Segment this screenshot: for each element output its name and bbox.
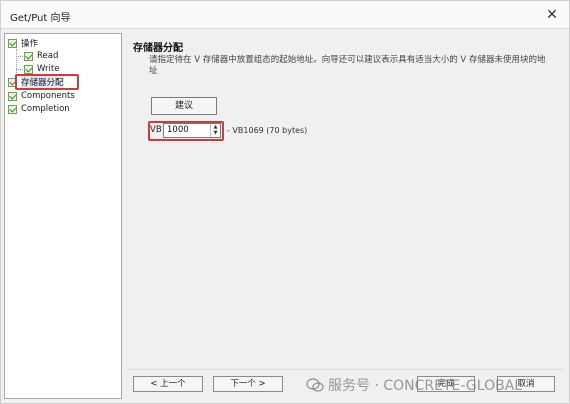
- nav-item-label: Components: [21, 91, 75, 101]
- check-icon: [24, 51, 33, 61]
- check-icon: [8, 38, 17, 48]
- window-title: Get/Put 向导: [10, 13, 71, 24]
- address-range-text: - VB1069 (70 bytes): [227, 126, 308, 135]
- check-icon: [8, 104, 17, 114]
- previous-button[interactable]: < 上一个: [133, 376, 203, 392]
- nav-item-operations[interactable]: 操作: [8, 37, 38, 49]
- close-button[interactable]: ✕: [543, 6, 561, 24]
- highlight-box: [148, 121, 224, 141]
- highlight-box: [15, 74, 79, 90]
- wechat-icon: [306, 378, 324, 392]
- nav-item-read[interactable]: Read: [24, 50, 58, 62]
- next-button[interactable]: 下一个 >: [213, 376, 283, 392]
- nav-item-label: Write: [37, 64, 60, 74]
- nav-item-completion[interactable]: Completion: [8, 103, 70, 115]
- page-title: 存储器分配: [133, 43, 183, 54]
- page-description: 请指定待在 V 存储器中放置组态的起始地址。向导还可以建议表示具有适当大小的 V…: [149, 55, 546, 76]
- watermark: 服务号 · CONCRETE-GLOBAL: [306, 375, 522, 395]
- nav-item-components[interactable]: Components: [8, 90, 75, 102]
- nav-item-label: Read: [37, 51, 59, 61]
- tree-connector: [16, 56, 23, 57]
- wizard-nav-tree: 操作 Read Write 存储器分配 Components Completio…: [4, 33, 122, 399]
- wizard-page: 存储器分配 请指定待在 V 存储器中放置组态的起始地址。向导还可以建议表示具有适…: [127, 33, 563, 399]
- tree-connector: [16, 69, 23, 70]
- nav-item-label: 操作: [21, 39, 39, 49]
- title-bar: Get/Put 向导 ✕: [1, 1, 569, 29]
- watermark-text: 服务号 · CONCRETE-GLOBAL: [328, 378, 523, 394]
- check-icon: [8, 91, 17, 101]
- suggest-address-button[interactable]: 建议: [151, 97, 217, 115]
- nav-item-label: Completion: [21, 104, 70, 114]
- wizard-window: Get/Put 向导 ✕ 操作 Read Write 存储器分配 Compone…: [0, 0, 570, 404]
- check-icon: [24, 64, 33, 74]
